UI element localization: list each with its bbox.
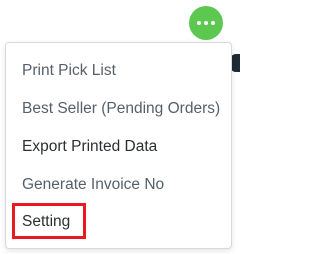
menu-item-print-pick-list[interactable]: Print Pick List	[22, 60, 116, 82]
page: Print Pick List Best Seller (Pending Ord…	[0, 0, 240, 254]
ellipsis-dot-icon	[211, 21, 215, 25]
ellipsis-dot-icon	[197, 21, 201, 25]
setting-highlight-annotation	[12, 203, 86, 239]
menu-item-generate-invoice-no[interactable]: Generate Invoice No	[22, 174, 164, 196]
menu-item-best-seller-pending-orders[interactable]: Best Seller (Pending Orders)	[22, 98, 220, 120]
menu-item-export-printed-data[interactable]: Export Printed Data	[22, 136, 157, 158]
ellipsis-dot-icon	[204, 21, 208, 25]
more-options-button[interactable]	[189, 6, 223, 40]
actions-dropdown-menu: Print Pick List Best Seller (Pending Ord…	[5, 42, 232, 249]
